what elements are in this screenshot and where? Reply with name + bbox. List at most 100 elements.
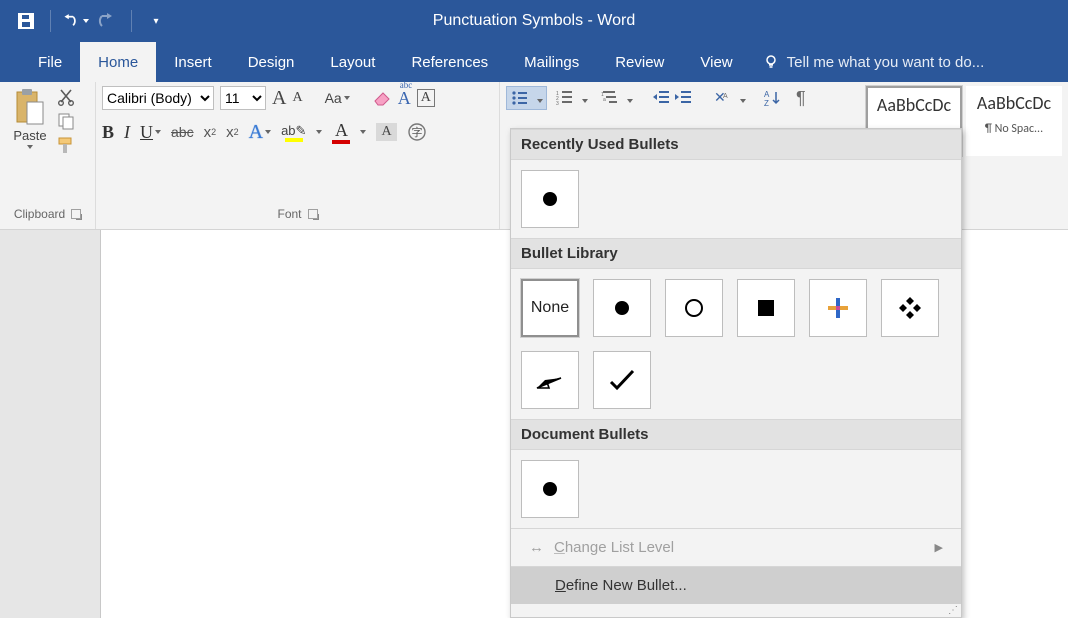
circle-icon — [683, 297, 705, 319]
redo-icon — [98, 13, 116, 29]
change-list-level-item: ↔CChange List Levelhange List Level ▶ — [511, 528, 961, 566]
shrink-font-button[interactable]: A — [292, 90, 302, 106]
clipboard-group-label: Clipboard — [6, 207, 89, 227]
disc-icon — [540, 479, 560, 499]
change-case-button[interactable]: Aa — [325, 90, 350, 106]
bullet-library-row: None — [511, 269, 961, 419]
chevron-down-icon — [83, 19, 89, 23]
text-effects-button[interactable]: A — [249, 121, 271, 144]
italic-button[interactable]: I — [124, 122, 130, 143]
paste-icon — [13, 88, 47, 128]
paste-button[interactable]: Paste — [6, 86, 54, 149]
bullet-circle[interactable] — [665, 279, 723, 337]
format-painter-button[interactable] — [56, 136, 76, 156]
bullet-arrow[interactable] — [521, 351, 579, 409]
tab-view[interactable]: View — [682, 42, 750, 82]
svg-text:3: 3 — [556, 101, 559, 106]
bullets-button[interactable] — [506, 86, 547, 110]
indent-icon — [675, 90, 693, 106]
define-new-bullet-item[interactable]: Define New Bullet... Define New Bullet..… — [511, 566, 961, 604]
tab-mailings[interactable]: Mailings — [506, 42, 597, 82]
svg-text:A: A — [764, 90, 770, 99]
check-icon — [608, 368, 636, 392]
recent-bullets-header: Recently Used Bullets — [511, 129, 961, 160]
subscript-button[interactable]: x2 — [204, 124, 217, 141]
redo-button[interactable] — [93, 7, 121, 35]
format-painter-icon — [56, 136, 76, 156]
lightbulb-icon — [763, 54, 779, 70]
resize-grip[interactable]: ⋰ — [511, 604, 961, 617]
enclose-characters-button[interactable]: 字 — [407, 122, 427, 142]
save-icon — [17, 12, 35, 30]
tab-file[interactable]: File — [20, 42, 80, 82]
font-name-select[interactable]: Calibri (Body) — [102, 86, 214, 110]
qat-separator — [50, 10, 51, 32]
save-button[interactable] — [12, 7, 40, 35]
tab-review[interactable]: Review — [597, 42, 682, 82]
customize-qat-button[interactable]: ▾ — [142, 7, 170, 35]
character-border-button[interactable]: A — [417, 89, 435, 107]
grow-font-button[interactable]: A — [272, 87, 286, 110]
group-font: Calibri (Body) 11 A A Aa abcA A B I U a — [96, 82, 500, 229]
phonetic-guide-button[interactable]: abcA — [398, 88, 411, 109]
font-launcher[interactable] — [308, 209, 318, 219]
diamond4-icon — [896, 294, 924, 322]
highlight-color-swatch — [285, 138, 303, 142]
svg-text:字: 字 — [411, 125, 422, 139]
superscript-button[interactable]: x2 — [226, 124, 239, 141]
bullet-none[interactable]: None — [521, 279, 579, 337]
copy-button[interactable] — [56, 112, 76, 130]
strikethrough-button[interactable]: abc — [171, 124, 194, 140]
character-shading-button[interactable]: A — [376, 123, 396, 141]
decrease-indent-button[interactable] — [653, 90, 671, 106]
tell-me-search[interactable]: Tell me what you want to do... — [751, 42, 985, 82]
tab-layout[interactable]: Layout — [312, 42, 393, 82]
eraser-icon — [372, 89, 392, 107]
style-sample: AaBbCcDc — [977, 92, 1051, 114]
chevron-down-icon[interactable] — [316, 130, 322, 134]
chevron-right-icon: ▶ — [935, 541, 943, 554]
clipboard-launcher[interactable] — [71, 209, 81, 219]
chevron-down-icon — [27, 145, 33, 149]
document-bullets-row — [511, 450, 961, 528]
disc-icon — [612, 298, 632, 318]
sort-button[interactable]: AZ — [764, 89, 782, 107]
bullet-document-disc[interactable] — [521, 460, 579, 518]
tab-design[interactable]: Design — [230, 42, 313, 82]
increase-indent-button[interactable] — [675, 90, 693, 106]
bullet-diamond4[interactable] — [881, 279, 939, 337]
bullet-check[interactable] — [593, 351, 651, 409]
font-size-select[interactable]: 11 — [220, 86, 266, 110]
undo-icon — [61, 13, 80, 29]
bullet-recent-disc[interactable] — [521, 170, 579, 228]
font-group-label: Font — [102, 207, 493, 227]
tab-insert[interactable]: Insert — [156, 42, 230, 82]
style-no-spacing[interactable]: AaBbCcDc ¶ No Spac... — [966, 86, 1062, 156]
tab-home[interactable]: Home — [80, 42, 156, 82]
font-color-button[interactable]: A — [332, 120, 350, 144]
bullet-square[interactable] — [737, 279, 795, 337]
clear-formatting-button[interactable] — [372, 89, 392, 107]
tell-me-text: Tell me what you want to do... — [787, 54, 985, 71]
underline-button[interactable]: U — [140, 122, 161, 143]
bold-button[interactable]: B — [102, 122, 114, 143]
undo-button[interactable] — [61, 7, 89, 35]
text-highlight-button[interactable]: ab✎ — [281, 123, 306, 142]
cut-button[interactable] — [56, 88, 76, 106]
bullet-clover[interactable] — [809, 279, 867, 337]
enclose-icon: 字 — [407, 122, 427, 142]
document-bullets-header: Document Bullets — [511, 419, 961, 450]
bullets-dropdown-button[interactable] — [533, 90, 546, 106]
show-hide-marks-button[interactable]: ¶ — [796, 88, 806, 109]
arrow-icon — [535, 368, 565, 392]
quick-access-toolbar: ▾ — [0, 0, 170, 42]
tab-references[interactable]: References — [393, 42, 506, 82]
numbering-button[interactable]: 123 — [551, 86, 592, 110]
multilevel-list-button[interactable]: 1a — [596, 86, 637, 110]
style-sample: AaBbCcDc — [877, 94, 951, 116]
asian-layout-button[interactable]: ✕A — [709, 86, 750, 110]
bullet-disc[interactable] — [593, 279, 651, 337]
svg-text:a: a — [603, 97, 606, 103]
multilevel-icon: 1a — [601, 90, 619, 106]
chevron-down-icon[interactable] — [360, 130, 366, 134]
